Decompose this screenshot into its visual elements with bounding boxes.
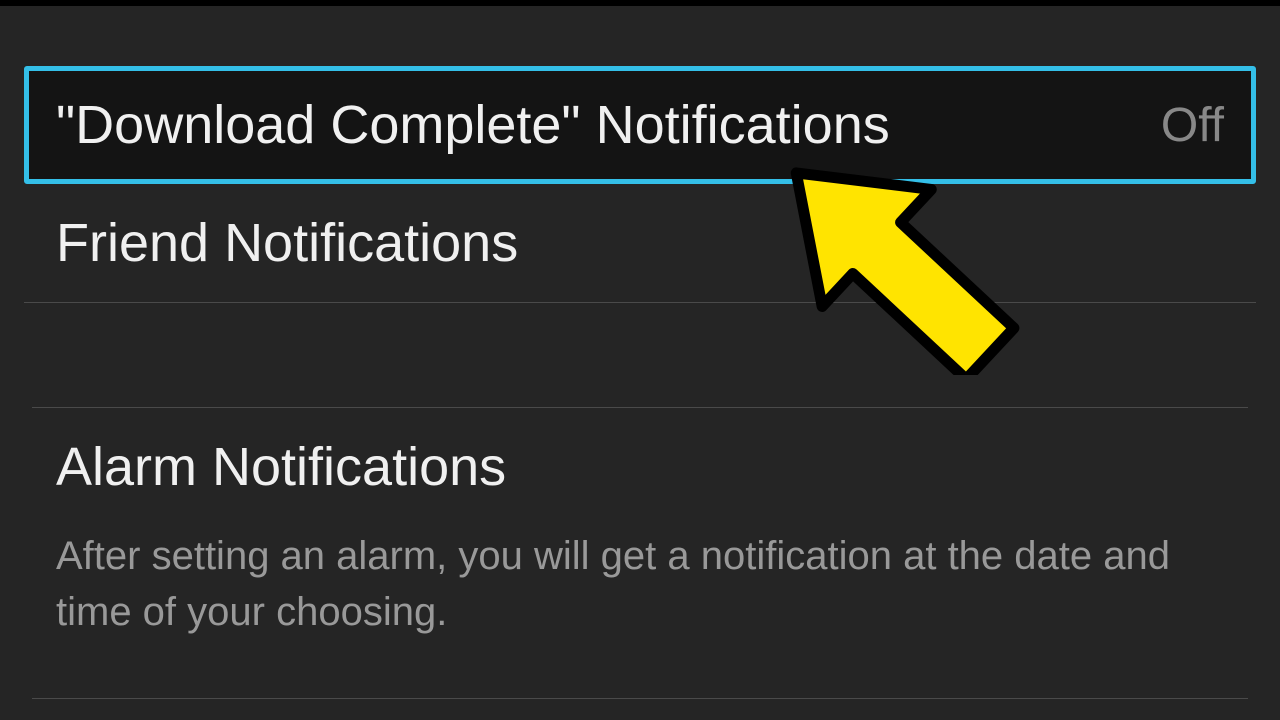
section-divider (32, 303, 1248, 408)
section-description: After setting an alarm, you will get a n… (56, 528, 1224, 640)
section-heading: Alarm Notifications (56, 436, 1224, 498)
setting-label: Friend Notifications (56, 212, 518, 274)
setting-download-complete-notifications[interactable]: "Download Complete" Notifications Off (24, 66, 1256, 184)
section-divider (32, 698, 1248, 699)
settings-content: "Download Complete" Notifications Off Fr… (0, 6, 1280, 699)
alarm-notifications-section: Alarm Notifications After setting an ala… (24, 408, 1256, 668)
setting-friend-notifications[interactable]: Friend Notifications (24, 184, 1256, 303)
setting-label: "Download Complete" Notifications (56, 94, 890, 156)
setting-value: Off (1161, 98, 1224, 153)
